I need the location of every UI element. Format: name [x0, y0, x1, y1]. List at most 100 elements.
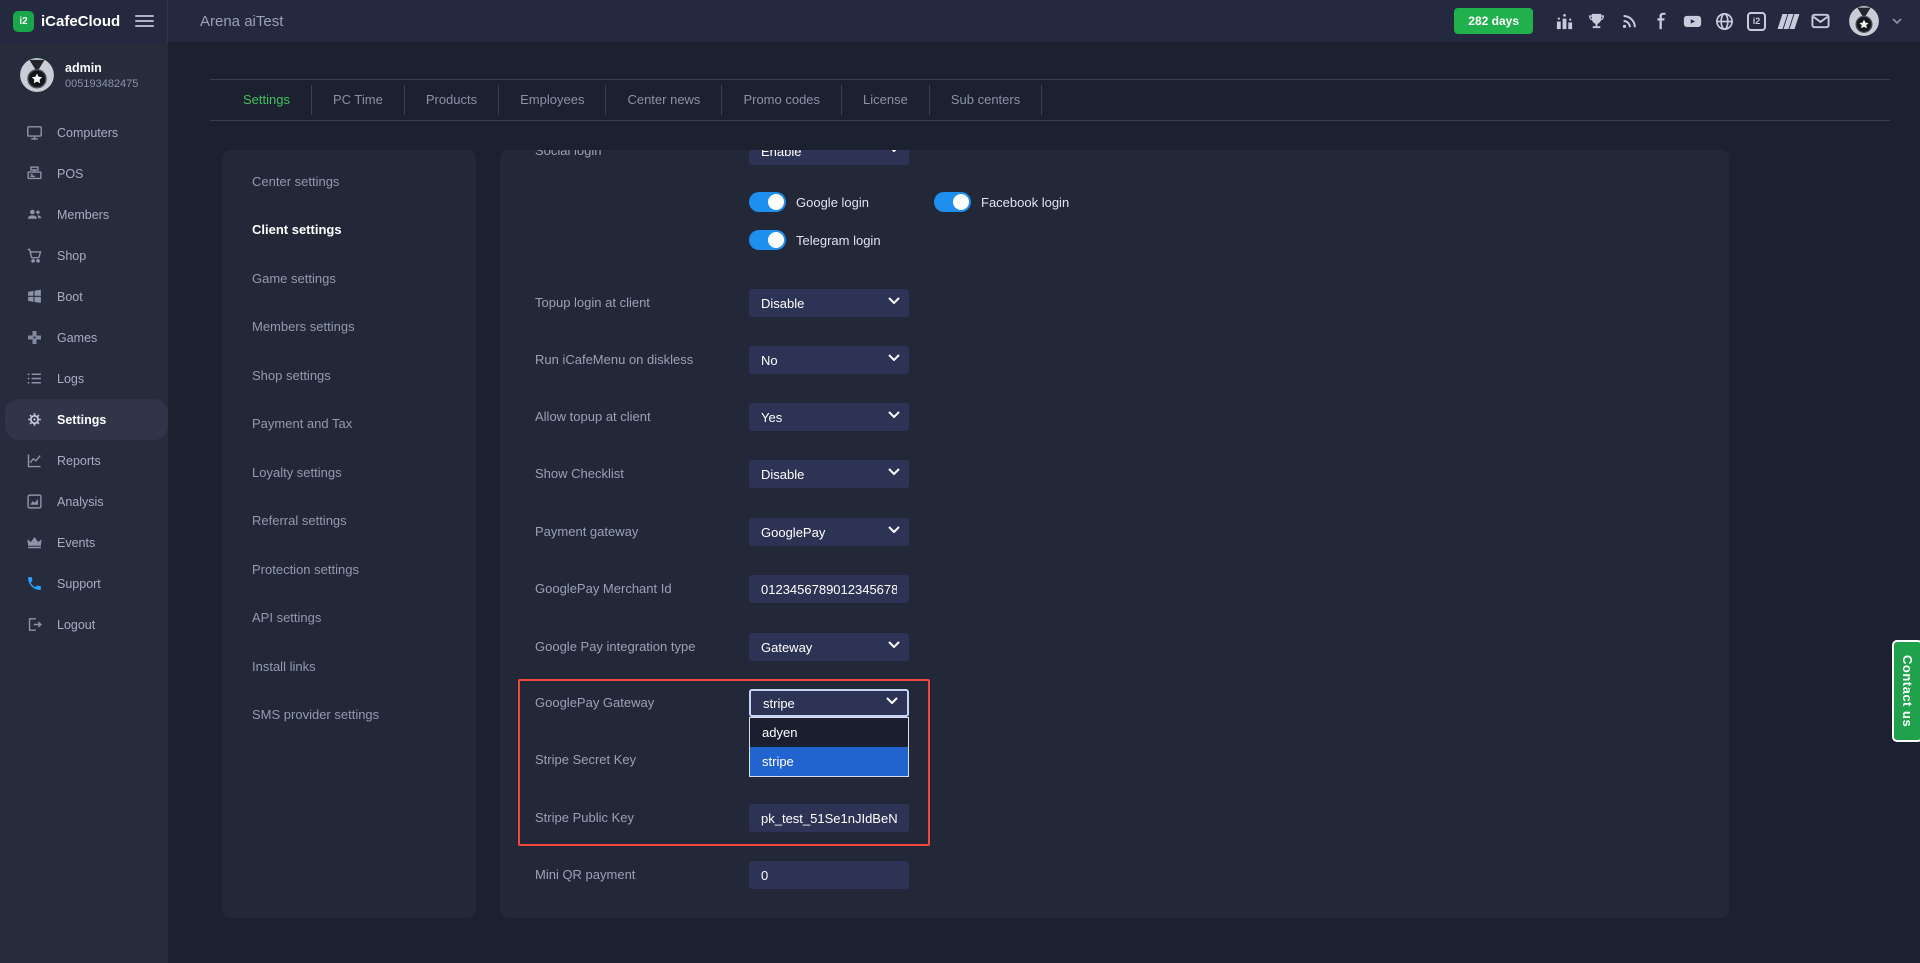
topup-login-select[interactable]: Disable [749, 289, 909, 317]
rss-icon[interactable] [1619, 12, 1638, 31]
chevron-down-icon [888, 354, 900, 361]
stripe-public-key-input[interactable] [749, 804, 909, 832]
user-avatar [20, 58, 54, 92]
gateway-option-adyen[interactable]: adyen [750, 718, 908, 747]
sidebar-item-boot[interactable]: Boot [0, 276, 168, 317]
tab-promo-codes[interactable]: Promo codes [722, 85, 842, 115]
gear-icon [26, 411, 43, 428]
menu-item-center-settings[interactable]: Center settings [222, 157, 476, 206]
user-block[interactable]: admin 005193482475 [0, 42, 168, 100]
tab-settings[interactable]: Settings [222, 85, 312, 115]
form-row-integration-type: Google Pay integration type Gateway [500, 633, 1729, 661]
merchant-id-input[interactable] [749, 575, 909, 603]
facebook-icon[interactable] [1651, 12, 1670, 31]
google-login-toggle[interactable] [749, 192, 786, 212]
sidebar-item-reports[interactable]: Reports [0, 440, 168, 481]
tab-center-news[interactable]: Center news [606, 85, 722, 115]
payment-gateway-select[interactable]: GooglePay [749, 518, 909, 546]
show-checklist-select[interactable]: Disable [749, 460, 909, 488]
social-login-select[interactable]: Enable [749, 150, 909, 165]
phone-icon [26, 575, 43, 592]
form-row-mini-qr: Mini QR payment [500, 861, 1729, 889]
integration-type-select[interactable]: Gateway [749, 633, 909, 661]
menu-item-sms-provider-settings[interactable]: SMS provider settings [222, 691, 476, 740]
logo-glyph: i2 [19, 16, 27, 27]
cart-icon [26, 247, 43, 264]
form-row-googlepay-gateway: GooglePay Gateway stripe [500, 689, 1729, 717]
form-row-icafemenu-diskless: Run iCafeMenu on diskless No [500, 346, 1729, 374]
sidebar-item-settings[interactable]: Settings [5, 399, 168, 440]
gateway-option-stripe[interactable]: stripe [750, 747, 908, 776]
list-icon [26, 370, 43, 387]
people-icon [26, 206, 43, 223]
menu-item-payment-and-tax[interactable]: Payment and Tax [222, 400, 476, 449]
sidebar-item-analysis[interactable]: Analysis [0, 481, 168, 522]
chevron-down-icon [888, 150, 900, 152]
chevron-down-icon [888, 526, 900, 533]
gateway-dropdown-list: adyen stripe [749, 717, 909, 777]
license-days-badge[interactable]: 282 days [1454, 8, 1533, 34]
menu-item-client-settings[interactable]: Client settings [222, 206, 476, 255]
sidebar-item-members[interactable]: Members [0, 194, 168, 235]
menu-item-loyalty-settings[interactable]: Loyalty settings [222, 448, 476, 497]
sidebar-item-computers[interactable]: Computers [0, 112, 168, 153]
topbar: i2 iCafeCloud Arena aiTest 282 days i2 [0, 0, 1920, 42]
form-row-stripe-public-key: Stripe Public Key [500, 804, 1729, 832]
facebook-login-toggle[interactable] [934, 192, 971, 212]
contact-us-button[interactable]: Contact us [1892, 640, 1920, 742]
form-row-merchant-id: GooglePay Merchant Id [500, 575, 1729, 603]
menu-item-install-links[interactable]: Install links [222, 642, 476, 691]
icafecloud-logo-icon[interactable]: i2 [13, 11, 34, 32]
menu-item-protection-settings[interactable]: Protection settings [222, 545, 476, 594]
menu-item-shop-settings[interactable]: Shop settings [222, 351, 476, 400]
tab-license[interactable]: License [842, 85, 930, 115]
form-row-payment-gateway: Payment gateway GooglePay [500, 518, 1729, 546]
menu-item-members-settings[interactable]: Members settings [222, 303, 476, 352]
logout-icon [26, 616, 43, 633]
sidebar: admin 005193482475 Computers POS Members… [0, 42, 168, 963]
telegram-login-toggle-row: Telegram login [749, 230, 881, 250]
mail-icon[interactable] [1811, 12, 1830, 31]
menu-item-game-settings[interactable]: Game settings [222, 254, 476, 303]
sidebar-item-games[interactable]: Games [0, 317, 168, 358]
allow-topup-select[interactable]: Yes [749, 403, 909, 431]
hamburger-icon[interactable] [135, 12, 154, 30]
tabs-bar: Settings PC Time Products Employees Cent… [210, 79, 1890, 121]
tab-sub-centers[interactable]: Sub centers [930, 85, 1042, 115]
user-avatar[interactable] [1849, 6, 1879, 36]
layers-icon[interactable] [1776, 12, 1801, 31]
icafemenu-diskless-select[interactable]: No [749, 346, 909, 374]
sidebar-item-logs[interactable]: Logs [0, 358, 168, 399]
sidebar-item-events[interactable]: Events [0, 522, 168, 563]
mini-qr-input[interactable] [749, 861, 909, 889]
tab-pc-time[interactable]: PC Time [312, 85, 405, 115]
ranking-icon[interactable] [1555, 12, 1574, 31]
area-chart-icon [26, 493, 43, 510]
sidebar-item-logout[interactable]: Logout [0, 604, 168, 645]
user-id: 005193482475 [65, 78, 138, 90]
chevron-down-icon[interactable] [1892, 18, 1902, 24]
telegram-login-toggle[interactable] [749, 230, 786, 250]
sidebar-item-pos[interactable]: POS [0, 153, 168, 194]
line-chart-icon [26, 452, 43, 469]
menu-item-referral-settings[interactable]: Referral settings [222, 497, 476, 546]
icafecloud-box-icon[interactable]: i2 [1747, 12, 1766, 31]
chevron-down-icon [888, 297, 900, 304]
youtube-icon[interactable] [1683, 12, 1702, 31]
chevron-down-icon [886, 697, 898, 704]
tab-employees[interactable]: Employees [499, 85, 606, 115]
tab-products[interactable]: Products [405, 85, 499, 115]
sidebar-item-support[interactable]: Support [0, 563, 168, 604]
brand-name: iCafeCloud [41, 13, 120, 30]
googlepay-gateway-select[interactable]: stripe [749, 689, 909, 717]
globe-icon[interactable] [1715, 12, 1734, 31]
gamepad-icon [26, 329, 43, 346]
client-settings-form: Social login Enable Google login Faceboo… [500, 150, 1729, 918]
menu-item-api-settings[interactable]: API settings [222, 594, 476, 643]
chevron-down-icon [888, 411, 900, 418]
sidebar-item-shop[interactable]: Shop [0, 235, 168, 276]
topbar-right: 282 days i2 [1454, 6, 1920, 36]
brand-area: i2 iCafeCloud [0, 0, 168, 42]
google-login-toggle-row: Google login [749, 192, 869, 212]
trophy-icon[interactable] [1587, 12, 1606, 31]
